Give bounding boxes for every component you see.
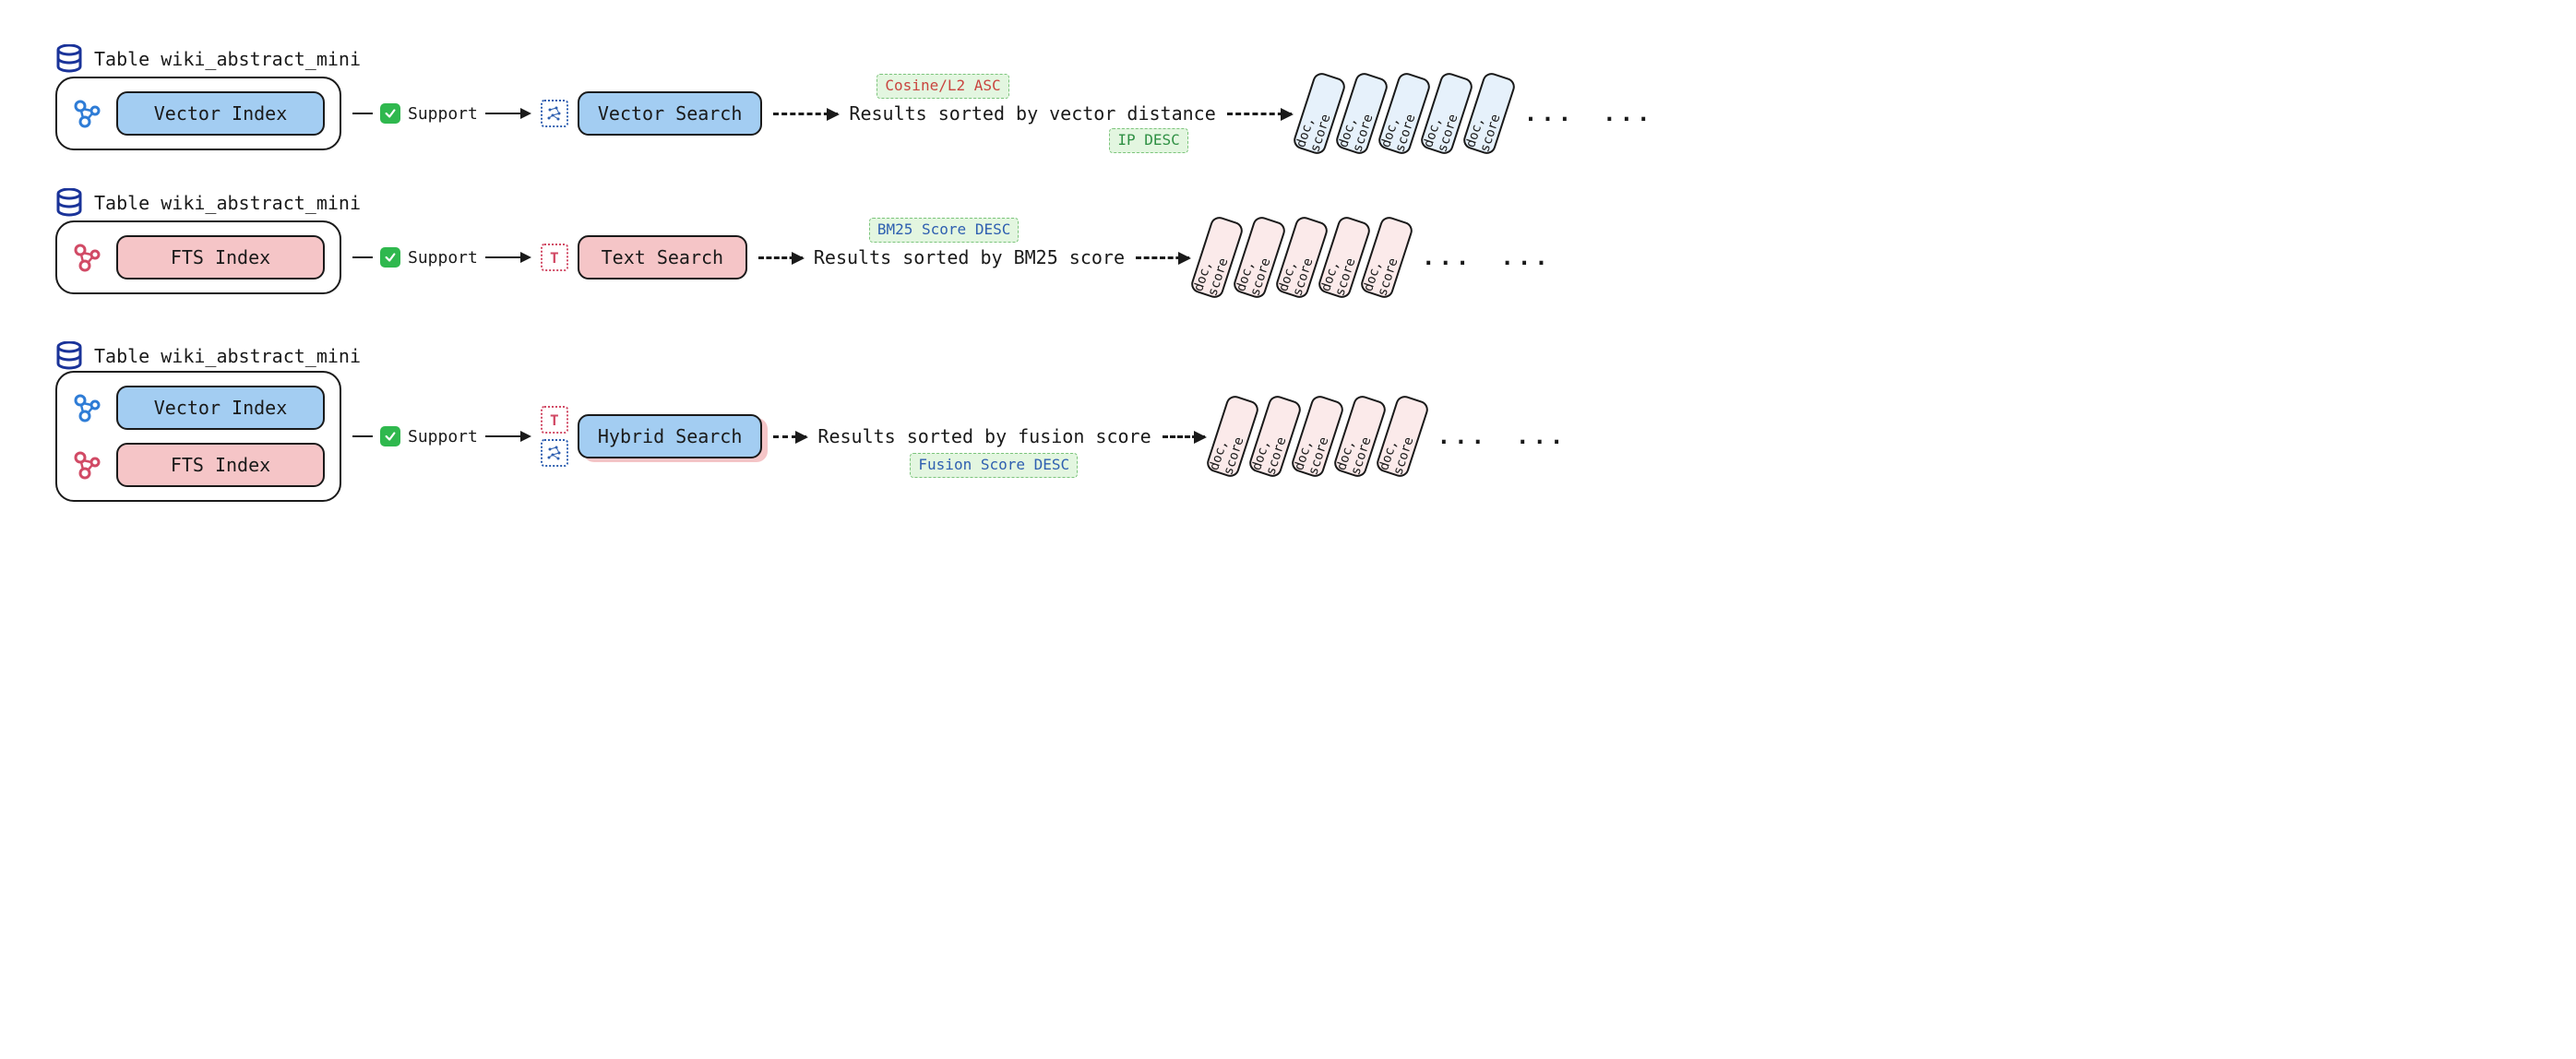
dashed-arrow-icon bbox=[758, 256, 803, 259]
index-row-vector: Vector Index bbox=[72, 91, 325, 136]
dashed-arrow-icon bbox=[1136, 256, 1189, 259]
graph-icon-blue bbox=[72, 392, 103, 423]
row-hybrid: Table wiki_abstract_mini Vector Index FT… bbox=[55, 371, 2521, 502]
dashed-arrow-icon bbox=[773, 113, 838, 115]
arrow-icon bbox=[485, 256, 530, 258]
check-icon bbox=[380, 426, 400, 446]
ellipsis: ... bbox=[1515, 101, 1584, 126]
vector-index-chip: Vector Index bbox=[116, 386, 325, 430]
text-icon: T bbox=[541, 406, 568, 434]
fts-index-chip: FTS Index bbox=[116, 235, 325, 280]
table-name: Table wiki_abstract_mini bbox=[94, 48, 361, 70]
database-icon bbox=[55, 341, 83, 371]
arrow-icon bbox=[485, 435, 530, 437]
text-search-chip: Text Search bbox=[578, 235, 747, 280]
scatter-icon bbox=[541, 439, 568, 467]
support-segment: Support bbox=[352, 103, 530, 124]
index-row-fts: FTS Index bbox=[72, 443, 325, 487]
hybrid-search-chip: Hybrid Search bbox=[578, 414, 763, 458]
table-box: FTS Index bbox=[55, 220, 341, 294]
graph-icon-pink bbox=[72, 449, 103, 481]
vector-index-chip: Vector Index bbox=[116, 91, 325, 136]
index-row-vector: Vector Index bbox=[72, 386, 325, 430]
fts-index-chip: FTS Index bbox=[116, 443, 325, 487]
result-text: BM25 Score DESC Results sorted by BM25 s… bbox=[814, 245, 1125, 269]
dashed-arrow-icon bbox=[1227, 113, 1292, 115]
badge-ip: IP DESC bbox=[1109, 128, 1187, 153]
dashed-arrow-icon bbox=[773, 435, 806, 438]
hybrid-search-icons: T bbox=[541, 406, 568, 467]
support-segment: Support bbox=[352, 426, 530, 446]
vector-search-chip: Vector Search bbox=[578, 91, 763, 136]
ellipsis: ... bbox=[1428, 423, 1497, 449]
table-header: Table wiki_abstract_mini bbox=[55, 188, 361, 218]
ellipsis: ... bbox=[1593, 101, 1663, 126]
result-text: Results sorted by fusion score Fusion Sc… bbox=[817, 424, 1151, 448]
docs-segment: doc, score doc, score doc, score doc, sc… bbox=[1200, 218, 1561, 297]
support-label: Support bbox=[408, 248, 478, 268]
docs-segment: doc, score doc, score doc, score doc, sc… bbox=[1216, 397, 1577, 476]
ellipsis: ... bbox=[1491, 244, 1560, 270]
table-header: Table wiki_abstract_mini bbox=[55, 341, 361, 371]
table-name: Table wiki_abstract_mini bbox=[94, 192, 361, 214]
result-text: Cosine/L2 ASC Results sorted by vector d… bbox=[849, 101, 1215, 125]
support-label: Support bbox=[408, 104, 478, 124]
search-segment: Vector Search bbox=[541, 91, 763, 136]
badge-cosine: Cosine/L2 ASC bbox=[877, 74, 1008, 99]
dashed-arrow-icon bbox=[1163, 435, 1205, 438]
check-icon bbox=[380, 103, 400, 124]
graph-icon-blue bbox=[72, 98, 103, 129]
support-label: Support bbox=[408, 427, 478, 446]
search-segment: T Text Search bbox=[541, 235, 747, 280]
docs-segment: doc, score doc, score doc, score doc, sc… bbox=[1303, 74, 1664, 153]
graph-icon-pink bbox=[72, 242, 103, 273]
text-icon: T bbox=[541, 244, 568, 271]
scatter-icon bbox=[541, 100, 568, 127]
ellipsis: ... bbox=[1507, 423, 1576, 449]
row-text: Table wiki_abstract_mini FTS Index Suppo… bbox=[55, 218, 2521, 297]
table-box: Vector Index bbox=[55, 77, 341, 150]
arrow-icon bbox=[485, 113, 530, 114]
database-icon bbox=[55, 44, 83, 74]
search-segment: T Hybrid Search bbox=[541, 406, 763, 467]
badge-fusion: Fusion Score DESC bbox=[910, 453, 1078, 478]
database-icon bbox=[55, 188, 83, 218]
table-name: Table wiki_abstract_mini bbox=[94, 345, 361, 367]
ellipsis: ... bbox=[1413, 244, 1482, 270]
check-icon bbox=[380, 247, 400, 268]
support-segment: Support bbox=[352, 247, 530, 268]
row-vector: Table wiki_abstract_mini Vector Index Su… bbox=[55, 74, 2521, 153]
badge-bm25: BM25 Score DESC bbox=[869, 218, 1020, 243]
index-row-fts: FTS Index bbox=[72, 235, 325, 280]
table-header: Table wiki_abstract_mini bbox=[55, 44, 361, 74]
table-box-hybrid: Vector Index FTS Index bbox=[55, 371, 341, 502]
